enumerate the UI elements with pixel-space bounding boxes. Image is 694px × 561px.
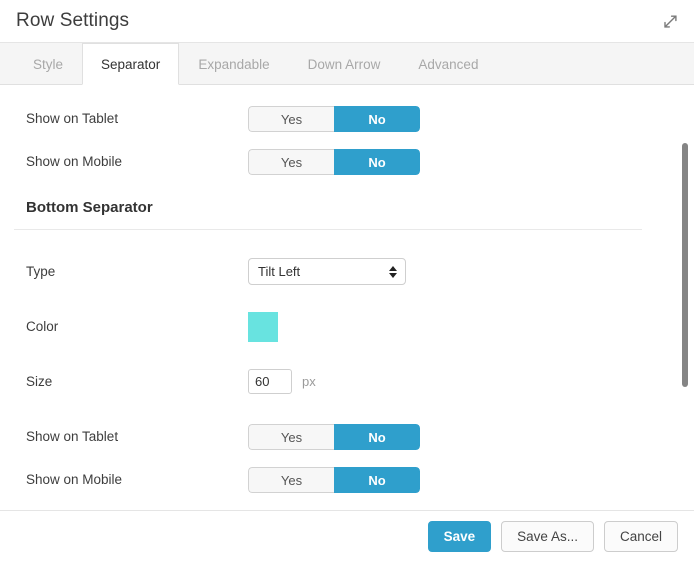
row-show-on-mobile-top: Show on Mobile Yes No bbox=[0, 140, 670, 183]
row-type: Type Tilt Left bbox=[0, 250, 670, 293]
label-type: Type bbox=[26, 264, 56, 279]
tab-down-arrow[interactable]: Down Arrow bbox=[289, 43, 400, 84]
tab-expandable[interactable]: Expandable bbox=[179, 43, 288, 84]
row-settings-dialog: Row Settings Style Separator Expandable … bbox=[0, 0, 694, 561]
label-show-on-mobile-top: Show on Mobile bbox=[26, 154, 123, 169]
toggle-yes-tablet-bottom[interactable]: Yes bbox=[248, 423, 334, 450]
toggle-show-on-mobile-bottom: Yes No bbox=[248, 466, 420, 493]
toggle-no-tablet-top[interactable]: No bbox=[334, 105, 420, 132]
page-title: Row Settings bbox=[16, 10, 130, 31]
row-show-on-tablet-top: Show on Tablet Yes No bbox=[0, 97, 670, 140]
toggle-yes-mobile-bottom[interactable]: Yes bbox=[248, 466, 334, 493]
tab-bar: Style Separator Expandable Down Arrow Ad… bbox=[0, 43, 694, 85]
label-size: Size bbox=[26, 374, 53, 389]
label-show-on-tablet-bottom: Show on Tablet bbox=[26, 429, 119, 444]
toggle-yes-tablet-top[interactable]: Yes bbox=[248, 105, 334, 132]
size-input[interactable] bbox=[248, 369, 292, 394]
toggle-no-mobile-bottom[interactable]: No bbox=[334, 466, 420, 493]
row-color: Color bbox=[0, 305, 670, 348]
label-show-on-mobile-bottom: Show on Mobile bbox=[26, 472, 123, 487]
tab-separator[interactable]: Separator bbox=[82, 43, 180, 85]
dialog-header: Row Settings bbox=[0, 0, 694, 43]
color-swatch[interactable] bbox=[248, 311, 278, 342]
toggle-show-on-mobile-top: Yes No bbox=[248, 148, 420, 175]
save-button[interactable]: Save bbox=[427, 520, 492, 552]
select-separator-type[interactable]: Tilt Left bbox=[248, 258, 406, 285]
cancel-button[interactable]: Cancel bbox=[603, 520, 678, 552]
toggle-show-on-tablet-bottom: Yes No bbox=[248, 423, 420, 450]
toggle-yes-mobile-top[interactable]: Yes bbox=[248, 148, 334, 175]
row-show-on-mobile-bottom: Show on Mobile Yes No bbox=[0, 458, 670, 501]
label-show-on-tablet-top: Show on Tablet bbox=[26, 111, 119, 126]
dialog-footer: Save Save As... Cancel bbox=[0, 510, 694, 561]
toggle-no-tablet-bottom[interactable]: No bbox=[334, 423, 420, 450]
row-size: Size px bbox=[0, 360, 670, 403]
scrollbar-track[interactable] bbox=[681, 85, 689, 510]
settings-panel: Show on Tablet Yes No Show on Mobile Yes… bbox=[0, 85, 694, 510]
label-color: Color bbox=[26, 319, 59, 334]
save-as-button[interactable]: Save As... bbox=[501, 520, 594, 552]
expand-arrows-icon[interactable] bbox=[658, 9, 682, 33]
row-show-on-tablet-bottom: Show on Tablet Yes No bbox=[0, 415, 670, 458]
scrollbar-thumb[interactable] bbox=[682, 143, 688, 387]
size-unit-label: px bbox=[302, 374, 316, 389]
tab-advanced[interactable]: Advanced bbox=[399, 43, 497, 84]
toggle-no-mobile-top[interactable]: No bbox=[334, 148, 420, 175]
select-separator-type-value: Tilt Left bbox=[258, 264, 301, 279]
section-title-bottom-separator: Bottom Separator bbox=[26, 199, 153, 216]
chevron-updown-icon bbox=[389, 265, 397, 278]
tab-style[interactable]: Style bbox=[14, 43, 82, 84]
toggle-show-on-tablet-top: Yes No bbox=[248, 105, 420, 132]
